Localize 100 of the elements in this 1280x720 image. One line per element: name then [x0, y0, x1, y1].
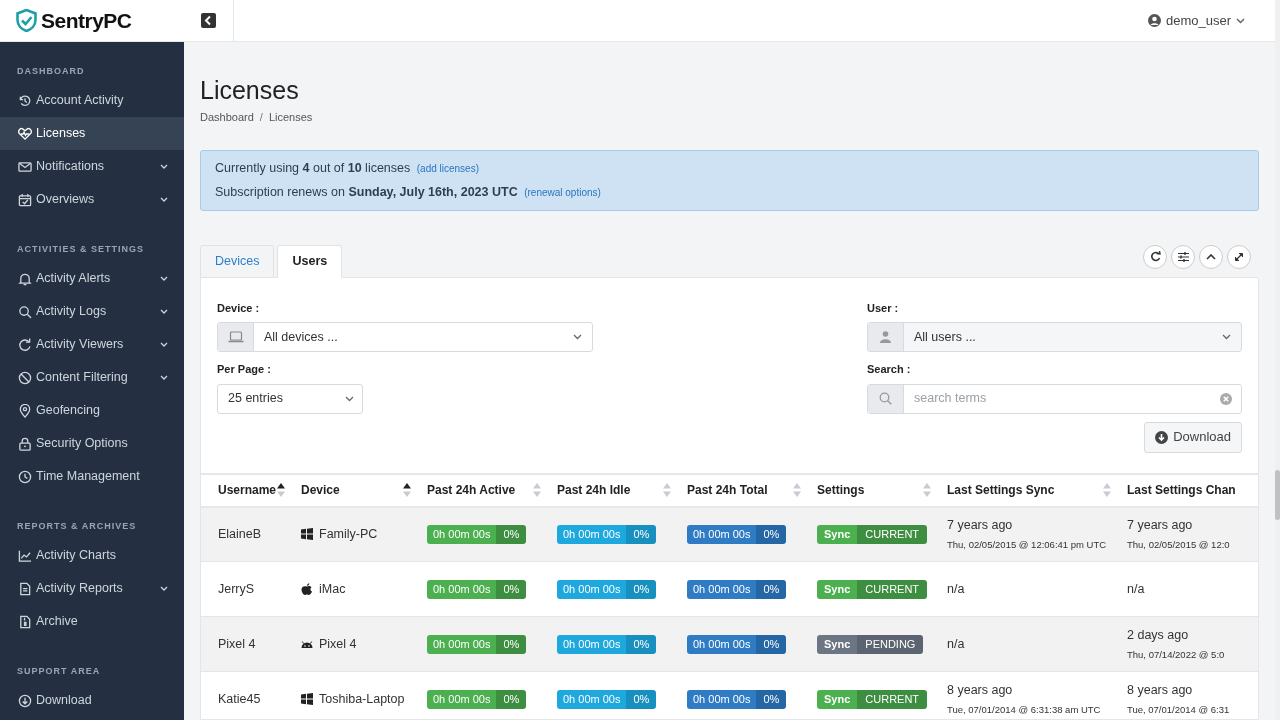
history-icon [18, 93, 32, 108]
download-icon [18, 693, 32, 708]
section-heading: ACTIVITIES & SETTINGS [16, 243, 145, 257]
windows-logo-icon [301, 693, 313, 705]
collapse-panel-button[interactable] [1199, 244, 1223, 269]
download-button[interactable]: Download [1144, 421, 1242, 453]
timestamp: Tue, 07/01/2014 @ 6:31:38 am UTC [947, 702, 1102, 717]
sidebar-item[interactable]: Content Filtering [0, 361, 184, 394]
relative-time: 2 days ago [1127, 627, 1190, 644]
username-text: Pixel 4 [218, 636, 256, 651]
relative-time: n/a [1127, 580, 1146, 598]
envelope-icon [18, 159, 32, 174]
document-icon [18, 581, 32, 596]
column-header[interactable]: Last Settings Sync [947, 481, 1055, 499]
user-menu[interactable]: demo_user [1147, 10, 1245, 31]
column-header[interactable]: Past 24h Active [427, 481, 516, 499]
device-name: Family-PC [319, 525, 378, 543]
breadcrumb-current: Licenses [268, 110, 313, 125]
refresh-icon [18, 337, 32, 352]
windows-logo-icon [301, 528, 313, 541]
sidebar-item[interactable]: Activity Alerts [0, 262, 184, 295]
tab[interactable]: Users [277, 244, 343, 278]
fullscreen-button[interactable] [1227, 244, 1251, 269]
scrollbar[interactable] [1275, 0, 1280, 720]
column-header[interactable]: Device [301, 481, 340, 499]
sidebar-item[interactable]: Activity Viewers [0, 328, 184, 361]
chevron-down-icon [345, 395, 354, 402]
add-licenses-link[interactable]: (add licenses) [416, 162, 479, 174]
refresh-button[interactable] [1143, 244, 1167, 269]
search-icon [879, 392, 892, 405]
breadcrumb-link[interactable]: Dashboard [200, 109, 254, 126]
line-chart-icon [18, 548, 32, 563]
column-header[interactable]: Last Settings Chan [1127, 481, 1236, 499]
sidebar-item[interactable]: Security Options [0, 427, 184, 460]
shield-check-icon [16, 9, 37, 32]
sidebar-item[interactable]: Archive [0, 605, 184, 638]
laptop-icon [227, 331, 244, 343]
sidebar-item[interactable]: Download [0, 684, 184, 717]
sort-icon[interactable] [403, 483, 411, 497]
sort-icon[interactable] [277, 483, 285, 497]
per-page-select[interactable]: 25 entries [217, 383, 363, 414]
section-heading: SUPPORT AREA [16, 665, 102, 679]
sidebar-item[interactable]: Overviews [0, 183, 184, 216]
relative-time: 7 years ago [1127, 517, 1194, 535]
bell-icon [18, 271, 32, 286]
relative-time: 8 years ago [1127, 682, 1194, 699]
timestamp: Thu, 02/05/2015 @ 12:0 [1127, 538, 1231, 552]
caret-icon [1236, 17, 1245, 24]
subscription-renewal-text: Subscription renews on Sunday, July 16th, 2023 UTC (renewal options) [215, 183, 602, 201]
sidebar-item[interactable]: Account Activity [0, 84, 184, 117]
timestamp: Tue, 07/01/2014 @ 6:31 [1127, 702, 1231, 717]
device-name: Toshiba-Laptop [319, 690, 405, 708]
field-label: User : [867, 300, 900, 316]
chevron-down-icon [573, 334, 582, 340]
relative-time: n/a [947, 635, 966, 653]
timestamp: Thu, 07/14/2022 @ 5:0 [1127, 647, 1226, 662]
username-text: ElaineB [218, 526, 262, 541]
clock-icon [18, 469, 32, 484]
sidebar-item[interactable]: Licenses [0, 117, 184, 150]
heart-pulse-icon [18, 126, 32, 141]
license-usage-text: Currently using 4 out of 10 licenses (add licenses) [215, 159, 480, 177]
search-icon [18, 304, 32, 319]
sidebar-item[interactable]: Notifications [0, 150, 184, 183]
clear-icon[interactable] [1220, 392, 1232, 405]
download-icon [1155, 430, 1169, 444]
user-select[interactable]: All users ... [867, 322, 1242, 352]
username-text: JerryS [218, 581, 255, 596]
device-name: Pixel 4 [319, 635, 357, 653]
renewal-options-link[interactable]: (renewal options) [524, 186, 601, 198]
search-field[interactable]: search terms [867, 383, 1242, 414]
sidebar-item[interactable]: Time Management [0, 460, 184, 493]
relative-time: 8 years ago [947, 682, 1014, 699]
relative-time: n/a [947, 580, 966, 598]
field-label: Search : [867, 362, 912, 377]
column-header[interactable]: Past 24h Total [687, 481, 768, 499]
apple-logo-icon [301, 583, 313, 595]
column-header[interactable]: Settings [817, 481, 865, 499]
search-input[interactable]: search terms [904, 384, 1220, 413]
lock-icon [18, 436, 32, 451]
column-header[interactable]: Username [218, 481, 277, 499]
calendar-check-icon [18, 192, 32, 207]
field-label: Per Page : [217, 362, 272, 377]
column-header[interactable]: Past 24h Idle [557, 481, 631, 499]
expand-icon [1234, 251, 1244, 262]
sidebar-item[interactable]: Activity Charts [0, 539, 184, 572]
sidebar-item[interactable]: Activity Reports [0, 572, 184, 605]
settings-button[interactable] [1171, 244, 1195, 269]
ban-icon [18, 370, 32, 385]
chevron-down-icon [1222, 334, 1231, 340]
relative-time: 7 years ago [947, 517, 1014, 535]
logo[interactable]: SentryPC [0, 0, 184, 42]
refresh-icon [1149, 251, 1161, 262]
user-avatar-icon [1147, 14, 1161, 27]
device-select[interactable]: All devices ... [217, 322, 593, 352]
device-name: iMac [319, 580, 346, 598]
map-pin-icon [18, 403, 32, 418]
tab[interactable]: Devices [200, 244, 275, 278]
section-heading: DASHBOARD [16, 65, 86, 79]
sidebar-item[interactable]: Geofencing [0, 394, 184, 427]
sidebar-item[interactable]: Activity Logs [0, 295, 184, 328]
